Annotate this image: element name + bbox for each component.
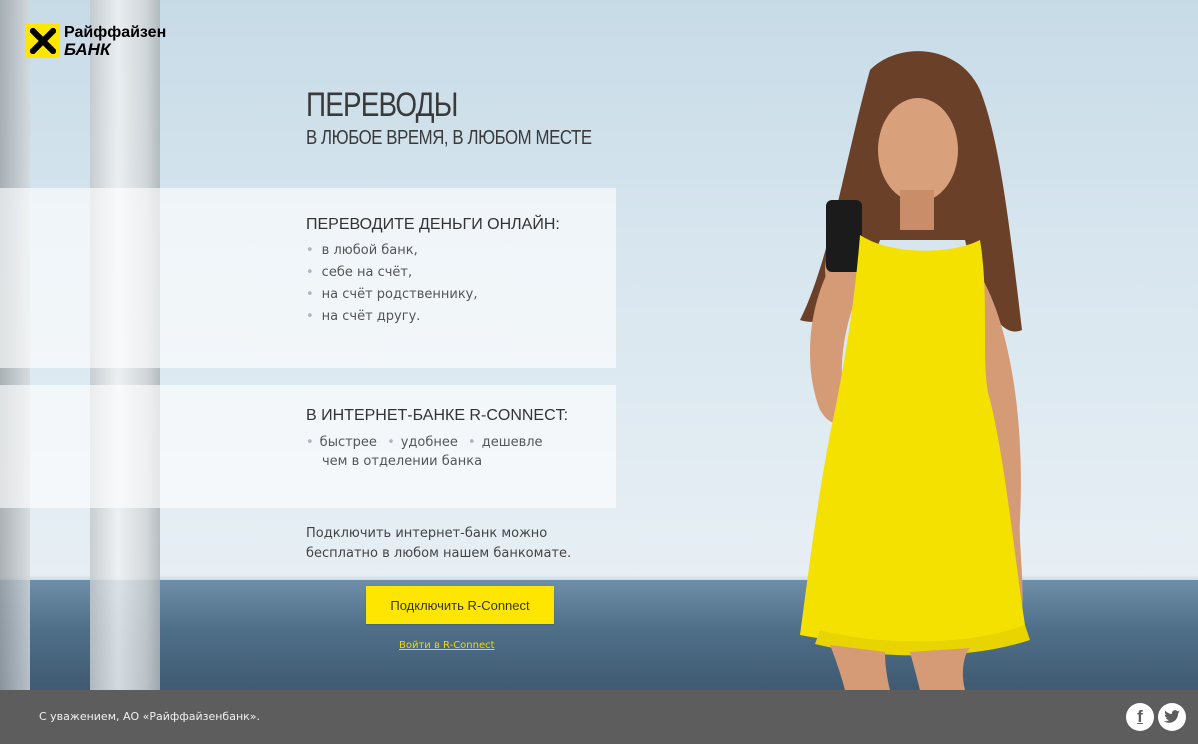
footer-signature: С уважением, АО «Райффайзенбанк». xyxy=(39,710,261,723)
benefit-comparison: чем в отделении банка xyxy=(322,454,483,469)
woman-with-phone-image xyxy=(800,51,1030,690)
list-item: на счёт родственнику, xyxy=(306,284,602,306)
logo-cross-icon xyxy=(26,24,60,58)
rconnect-benefits-panel: В ИНТЕРНЕТ-БАНКЕ R-CONNECT: • быстрее • уд… xyxy=(0,385,616,508)
list-item: себе на счёт, xyxy=(306,262,602,284)
list-item: в любой банк, xyxy=(306,240,602,262)
logo-brand-name: Райффайзен xyxy=(64,24,167,41)
email-page: Райффайзен БАНК ПЕРЕВОДЫ В ЛЮБОЕ ВРЕМЯ, … xyxy=(0,0,1198,744)
hero-subtitle: В ЛЮБОЕ ВРЕМЯ, В ЛЮБОМ МЕСТЕ xyxy=(306,127,592,149)
connect-rconnect-button[interactable]: Подключить R-Connect xyxy=(366,586,554,624)
facebook-icon[interactable]: f xyxy=(1126,703,1154,731)
raiffeisen-logo[interactable]: Райффайзен БАНК xyxy=(26,24,166,58)
online-transfers-heading: ПЕРЕВОДИТЕ ДЕНЬГИ ОНЛАЙН: xyxy=(306,216,560,233)
online-transfers-list: в любой банк, себе на счёт, на счёт родс… xyxy=(306,240,602,328)
online-transfers-panel: ПЕРЕВОДИТЕ ДЕНЬГИ ОНЛАЙН: в любой банк, … xyxy=(0,188,616,368)
footer: С уважением, АО «Райффайзенбанк». f xyxy=(0,690,1198,744)
connect-note: Подключить интернет-банк можно бесплатно… xyxy=(306,526,572,561)
logo-brand-suffix: БАНК xyxy=(64,40,111,59)
benefit-item: дешевле xyxy=(481,435,543,450)
hero-heading: ПЕРЕВОДЫ В ЛЮБОЕ ВРЕМЯ, В ЛЮБОМ МЕСТЕ xyxy=(306,86,646,150)
rconnect-benefits-list: • быстрее • удобнее • дешевле чем в отделен… xyxy=(306,433,602,471)
benefit-item: удобнее xyxy=(400,435,458,450)
benefit-item: быстрее xyxy=(319,435,377,450)
rconnect-benefits-heading: В ИНТЕРНЕТ-БАНКЕ R-CONNECT: xyxy=(306,407,569,424)
login-rconnect-link[interactable]: Войти в R-Connect xyxy=(399,640,495,651)
list-item: на счёт другу. xyxy=(306,306,602,328)
twitter-icon[interactable] xyxy=(1158,703,1186,731)
hero-title: ПЕРЕВОДЫ xyxy=(306,86,458,124)
